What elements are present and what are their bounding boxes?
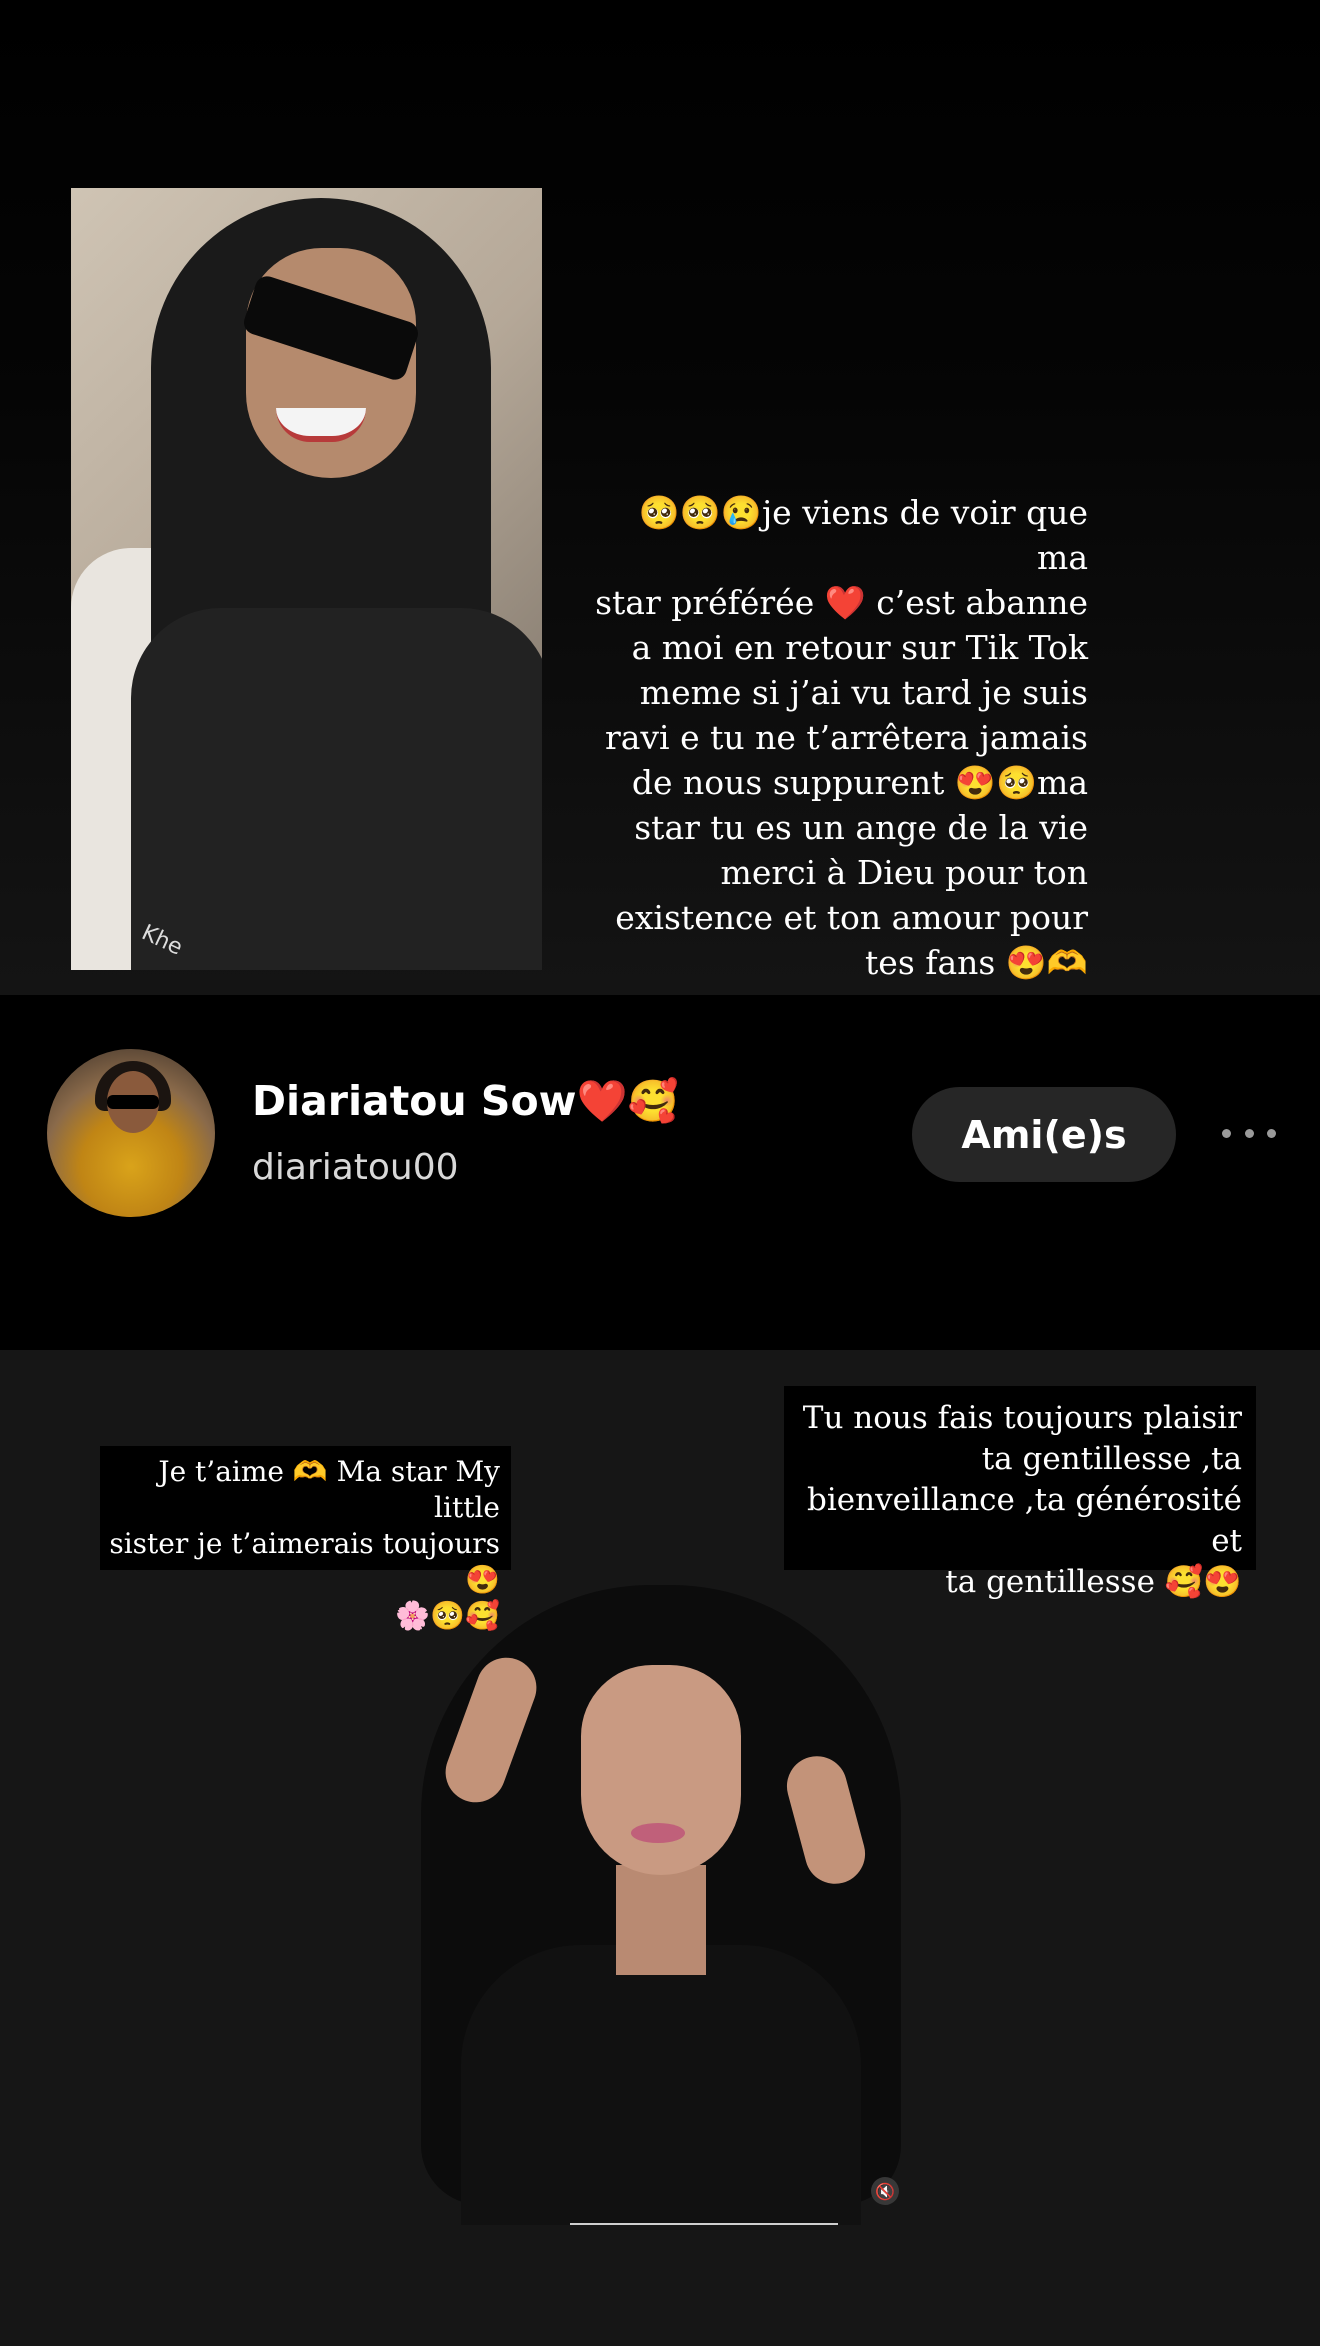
caption-bubble-left: Je t’aime 🫶 Ma star My little sister je … bbox=[100, 1446, 511, 1632]
profile-display-name[interactable]: Diariatou Sow❤️🥰 bbox=[252, 1077, 679, 1126]
avatar-sunglasses bbox=[107, 1095, 159, 1109]
photo-lips bbox=[631, 1823, 685, 1843]
photo-underline bbox=[570, 2223, 838, 2225]
photo-neck bbox=[616, 1865, 706, 1975]
story-caption: 🥺🥺😢je viens de voir que ma star préférée… bbox=[580, 490, 1088, 985]
story-photo-woman-long-hair: 🔇 bbox=[401, 1585, 919, 2225]
friends-button[interactable]: Ami(e)s bbox=[912, 1087, 1176, 1182]
avatar[interactable] bbox=[47, 1049, 215, 1217]
story-caption-text: 🥺🥺😢je viens de voir que ma star préférée… bbox=[595, 493, 1088, 982]
story-photo-woman-in-headscarf: Khe bbox=[71, 188, 542, 970]
caption-bubble-right: Tu nous fais toujours plaisir ta gentill… bbox=[784, 1386, 1256, 1600]
more-horizontal-icon[interactable] bbox=[1222, 1118, 1276, 1148]
more-dot bbox=[1244, 1128, 1254, 1138]
more-dot bbox=[1267, 1128, 1276, 1138]
profile-username[interactable]: diariatou00 bbox=[252, 1147, 459, 1188]
photo-face bbox=[581, 1665, 741, 1875]
story-top-section: Khe 🥺🥺😢je viens de voir que ma star préf… bbox=[0, 0, 1320, 995]
photo-body bbox=[131, 608, 542, 970]
photo-dress bbox=[461, 1945, 861, 2225]
muted-speaker-icon[interactable]: 🔇 bbox=[871, 2177, 899, 2205]
more-dot bbox=[1222, 1128, 1231, 1138]
